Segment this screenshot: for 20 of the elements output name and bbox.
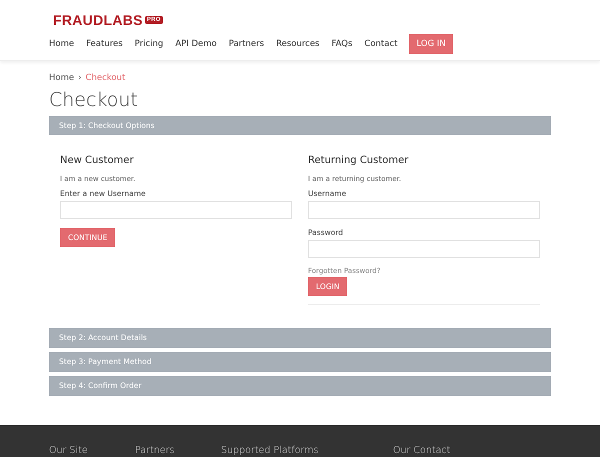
breadcrumb-separator: › (78, 73, 82, 83)
nav-link[interactable]: Contact (364, 39, 398, 49)
section-heading: Returning Customer (308, 155, 410, 166)
nav-link[interactable]: FAQs (331, 39, 352, 49)
nav-link[interactable]: Home (49, 39, 74, 49)
nav-link[interactable]: Features (86, 39, 123, 49)
nav-link[interactable]: API Demo (175, 39, 217, 49)
username-field[interactable] (308, 201, 540, 219)
nav-link[interactable]: Pricing (134, 39, 164, 49)
section-heading: New Customer (60, 155, 135, 166)
page-title: Checkout (49, 89, 139, 111)
nav-link[interactable]: Resources (276, 39, 320, 49)
breadcrumb-link[interactable]: Home (49, 73, 74, 83)
footer-heading: Supported Platforms (221, 445, 318, 456)
username-field[interactable] (60, 201, 292, 219)
nav-link[interactable]: Partners (228, 39, 264, 49)
footer-heading: Our Contact (393, 445, 450, 456)
footer-heading: Our Site (49, 445, 88, 456)
password-field[interactable] (308, 240, 540, 258)
footer-heading: Partners (135, 445, 174, 456)
